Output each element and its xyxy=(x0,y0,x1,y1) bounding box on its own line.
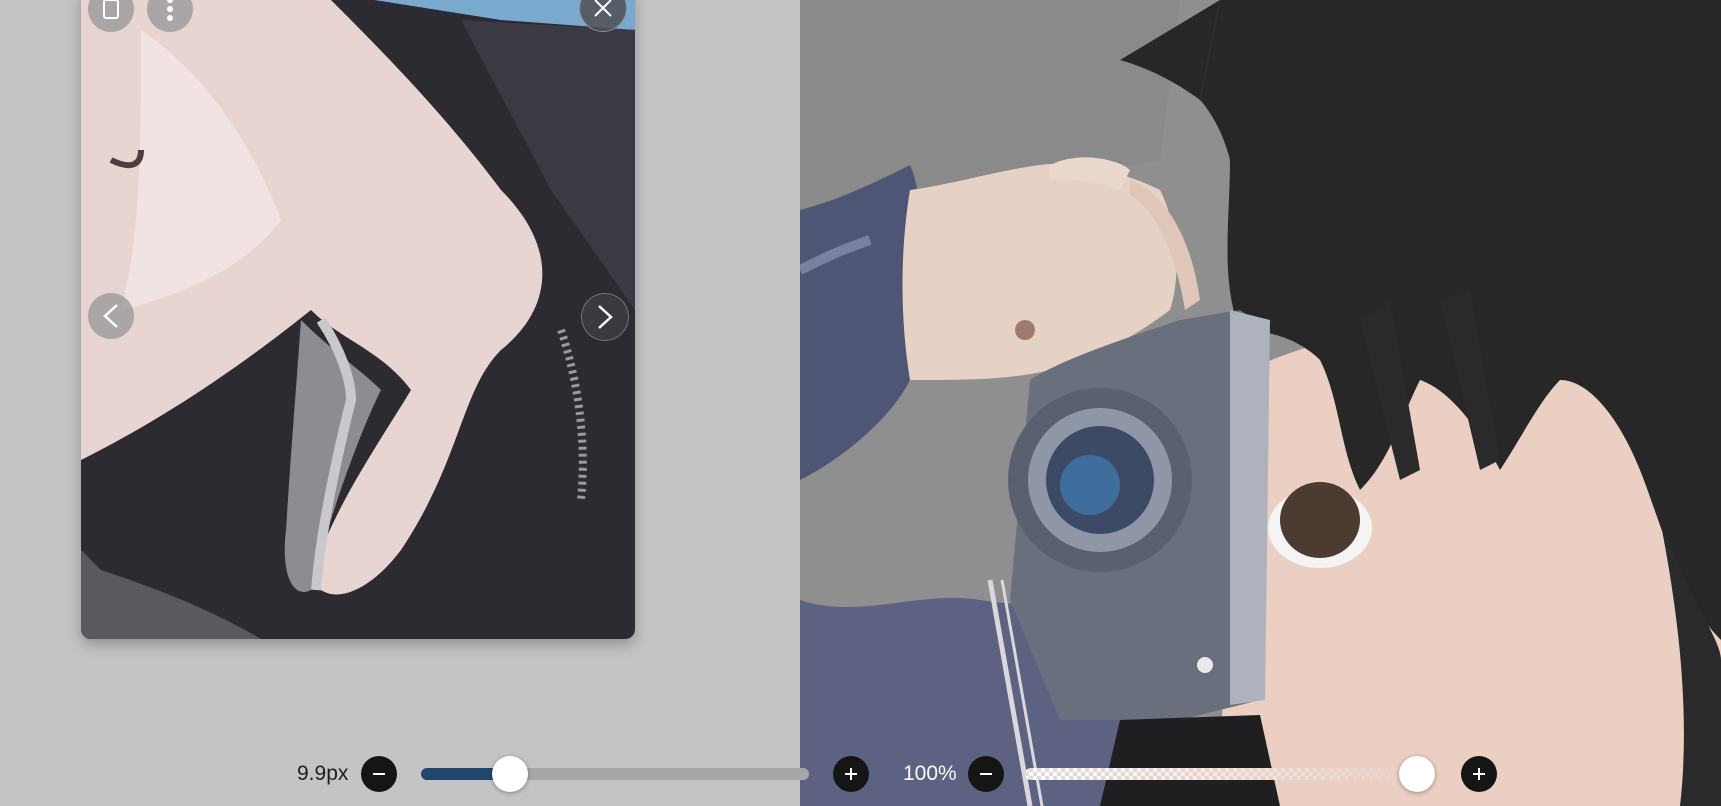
chevron-right-icon xyxy=(598,305,613,329)
reference-image xyxy=(81,0,635,639)
opacity-slider[interactable] xyxy=(1025,768,1429,780)
minus-icon xyxy=(373,773,385,775)
drawing-canvas[interactable] xyxy=(800,0,1721,806)
opacity-decrease-button[interactable] xyxy=(968,756,1004,792)
brush-size-increase-button[interactable] xyxy=(833,756,869,792)
opacity-slider-thumb[interactable] xyxy=(1399,756,1435,792)
plus-icon xyxy=(1473,768,1485,780)
close-icon xyxy=(594,0,612,17)
brush-size-slider-thumb[interactable] xyxy=(492,756,529,792)
previous-image-button[interactable] xyxy=(88,293,134,339)
brush-size-label: 9.9px xyxy=(297,762,349,785)
reference-window[interactable] xyxy=(81,0,635,639)
plus-icon xyxy=(845,768,857,780)
chevron-left-icon xyxy=(103,304,118,328)
more-vertical-icon xyxy=(167,0,173,21)
artwork xyxy=(800,0,1721,806)
opacity-gradient xyxy=(1025,768,1429,780)
brush-size-slider[interactable] xyxy=(421,768,809,780)
layers-icon xyxy=(103,0,119,19)
brush-size-decrease-button[interactable] xyxy=(361,756,397,792)
minus-icon xyxy=(980,773,992,775)
opacity-increase-button[interactable] xyxy=(1461,756,1497,792)
next-image-button[interactable] xyxy=(581,293,629,341)
opacity-label: 100% xyxy=(903,762,957,785)
